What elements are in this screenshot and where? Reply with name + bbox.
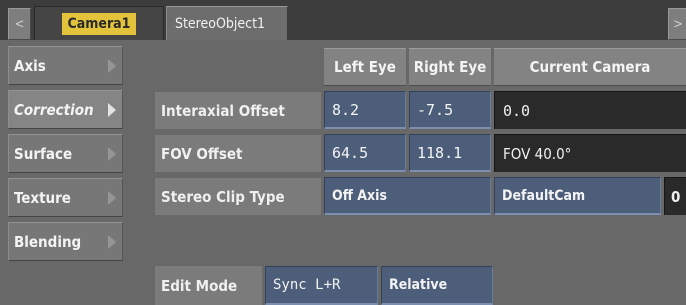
column-header-left-eye: Left Eye [324,48,406,86]
tab-camera1-label: Camera1 [61,12,137,35]
stereo-clip-type-dropdown[interactable]: Off Axis [324,177,491,215]
menu-item-label: Blending [14,232,82,251]
menu-item-label: Axis [14,56,46,75]
interaxial-offset-label: Interaxial Offset [155,92,321,129]
fov-right-eye-field[interactable]: 118.1 [409,134,491,172]
menu-item-texture[interactable]: Texture [8,178,123,217]
stereo-clip-type-label: Stereo Clip Type [155,178,321,215]
menu-item-surface[interactable]: Surface [8,134,123,173]
arrow-right-icon [108,190,116,205]
interaxial-right-eye-field[interactable]: -7.5 [409,91,491,129]
interaxial-left-eye-field[interactable]: 8.2 [324,91,406,129]
arrow-right-icon [108,146,116,161]
menu-item-label: Surface [14,144,73,163]
default-camera-dropdown[interactable]: DefaultCam [494,177,661,215]
menu-item-axis[interactable]: Axis [8,46,123,85]
tab-bar: < Camera1 StereoObject1 > [0,0,686,40]
column-header-current-camera: Current Camera [494,48,686,86]
menu-item-blending[interactable]: Blending [8,222,123,261]
menu-item-label: Correction [14,100,94,119]
interaxial-current-value: 0.0 [494,91,686,129]
chevron-right-icon: > [673,16,683,32]
stereo-object-editor: < Camera1 StereoObject1 > Axis Correctio… [0,0,686,305]
arrow-right-icon [108,102,116,117]
tab-stereoobject1[interactable]: StereoObject1 [166,6,288,40]
chevron-left-icon: < [14,16,25,32]
relative-button[interactable]: Relative [381,266,493,305]
fov-offset-label: FOV Offset [155,135,321,172]
clip-type-extra-value: 0 [664,177,686,215]
menu-item-label: Texture [14,188,71,207]
menu-item-correction[interactable]: Correction [8,90,123,129]
tab-camera1[interactable]: Camera1 [34,6,164,40]
tab-scroll-left-button[interactable]: < [8,8,31,40]
edit-mode-label: Edit Mode [155,266,262,305]
tab-stereoobject1-label: StereoObject1 [175,15,266,32]
arrow-right-icon [108,58,116,73]
sync-lr-button[interactable]: Sync L+R [265,266,378,305]
arrow-right-icon [108,234,116,249]
fov-current-value: FOV 40.0° [494,134,686,172]
tab-scroll-right-button[interactable]: > [668,8,686,40]
fov-left-eye-field[interactable]: 64.5 [324,134,406,172]
column-header-right-eye: Right Eye [409,48,491,86]
